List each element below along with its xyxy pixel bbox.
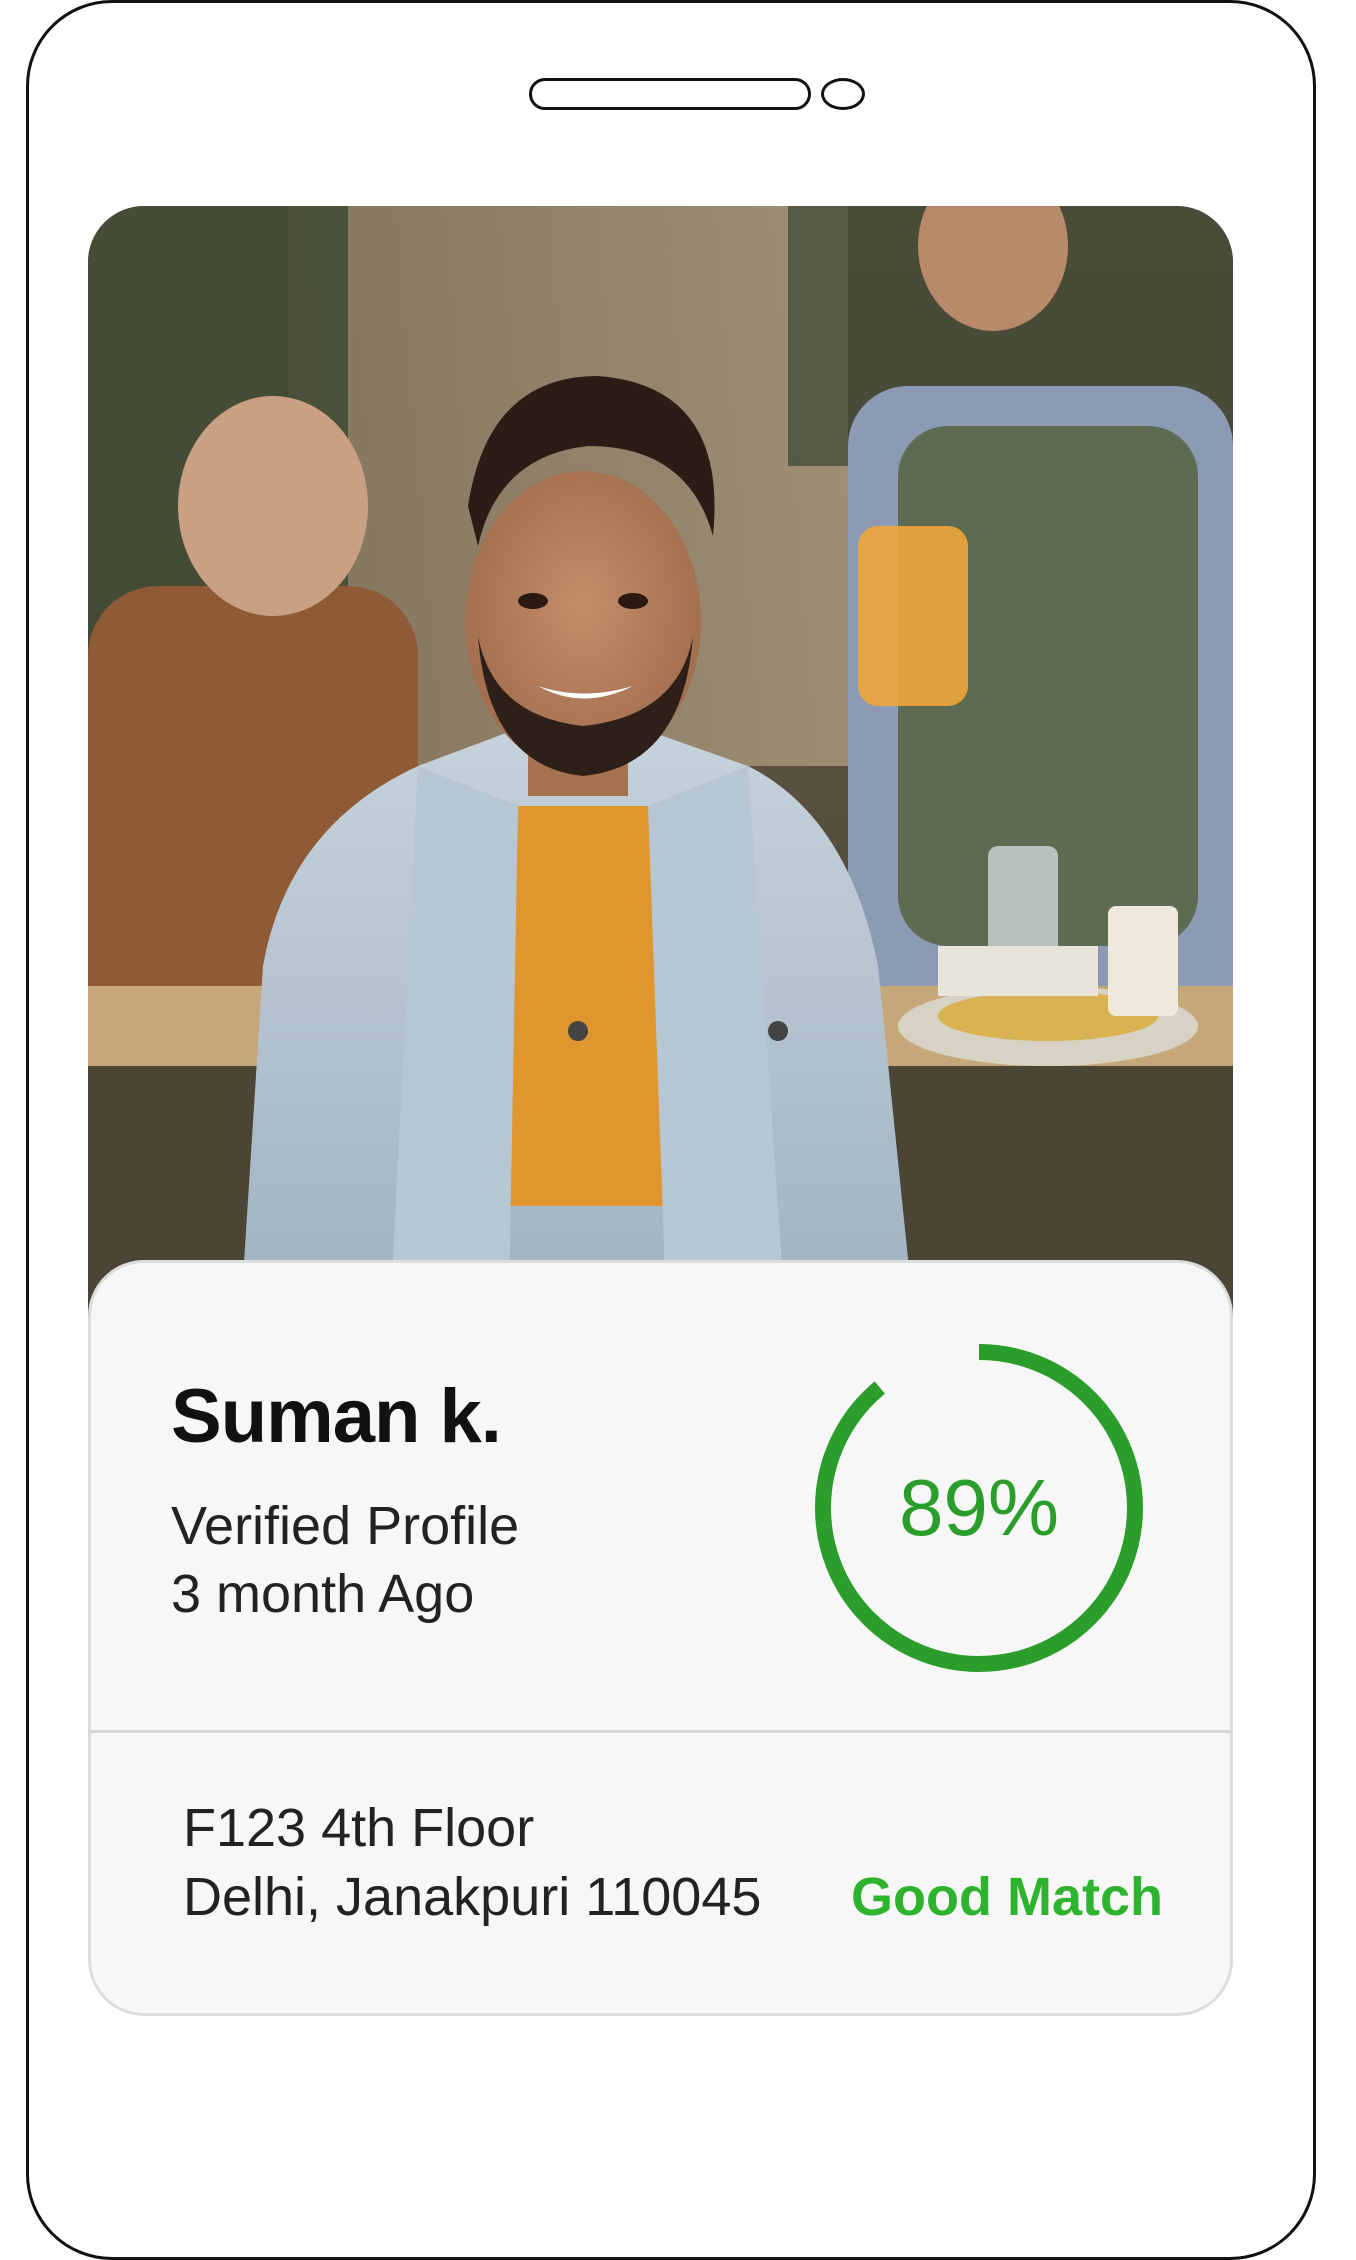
- profile-name: Suman k.: [171, 1374, 502, 1459]
- profile-info-panel: Suman k. Verified Profile 3 month Ago 89…: [88, 1260, 1233, 2016]
- verified-status: Verified Profile: [171, 1496, 520, 1556]
- profile-photo[interactable]: [88, 206, 1233, 1356]
- camera-icon: [821, 78, 865, 110]
- address-line-1: F123 4th Floor: [183, 1798, 535, 1858]
- profile-card[interactable]: Suman k. Verified Profile 3 month Ago 89…: [88, 206, 1233, 2016]
- verified-time: 3 month Ago: [171, 1564, 475, 1624]
- divider: [91, 1730, 1230, 1733]
- match-percentage: 89%: [898, 1463, 1060, 1552]
- match-quality-label: Good Match: [851, 1867, 1163, 1927]
- address-line-2: Delhi, Janakpuri 110045: [183, 1867, 762, 1927]
- phone-notch: [529, 78, 865, 114]
- speaker-icon: [529, 78, 811, 110]
